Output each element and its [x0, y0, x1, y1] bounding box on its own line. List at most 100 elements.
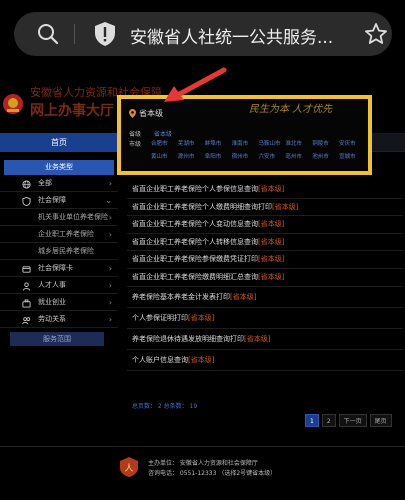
service-title: 个人账户信息查询	[132, 355, 188, 364]
region-tag: [省本级]	[258, 237, 285, 246]
region-tag: [省本级]	[258, 255, 285, 264]
service-title: 养老保险基本养老金计发表打印	[132, 292, 230, 301]
shield-warning-icon[interactable]	[94, 21, 116, 47]
region-tag: [省本级]	[258, 185, 285, 193]
nav-home-tab[interactable]: 首页	[0, 133, 118, 152]
sidebar-item[interactable]: 社会保障 ⌄	[0, 192, 118, 209]
province-level-label: 省级	[129, 131, 142, 138]
sidebar-item-label: 城乡居民养老保险	[38, 247, 94, 255]
service-list-item[interactable]: 省直企业职工养老保险缴费明细汇总查询[省本级]	[127, 269, 403, 287]
footer-divider	[0, 446, 405, 447]
sidebar: 业务类型 全部 › 社会保障 ⌄ 机关事业单位养老保险 › 企业职工养老保险 › 城乡居民养老保…	[0, 160, 118, 346]
city-link[interactable]: 宣城市	[339, 152, 366, 160]
chevron-icon: ›	[108, 281, 112, 290]
browser-address-bar[interactable]: 安徽省人社统一公共服务...	[14, 12, 392, 56]
service-list-item[interactable]: 省直企业职工养老保险个人参保信息查询[省本级]	[127, 181, 403, 199]
service-title: 省直企业职工养老保险个人参保信息查询	[132, 185, 258, 193]
page-button[interactable]: 2	[321, 414, 336, 427]
city-link[interactable]: 蚌埠市	[205, 139, 232, 147]
url-text[interactable]: 安徽省人社统一公共服务...	[130, 23, 340, 48]
city-link[interactable]: 黄山市	[151, 152, 178, 160]
next-page-button[interactable]: 下一页	[338, 414, 367, 427]
province-link[interactable]: 省本级	[154, 129, 172, 138]
sidebar-item-label: 社会保障	[38, 196, 66, 204]
city-link[interactable]: 马鞍山市	[259, 139, 286, 147]
city-links: 合肥市 芜湖市 蚌埠市 淮南市 马鞍山市 淮北市 铜陵市 安庆市黄山市 滁州市 阜阳市 宿州市 六安市…	[151, 139, 366, 160]
pagination-info: 总页数： 2 总条数： 19	[132, 403, 198, 410]
service-range-button[interactable]: 服务范围	[10, 332, 104, 346]
service-title: 养老保险退休待遇发放明细查询打印	[132, 334, 244, 343]
search-icon[interactable]	[36, 22, 60, 46]
sidebar-item-label: 社会保障卡	[38, 264, 73, 272]
city-link[interactable]: 宿州市	[232, 152, 259, 160]
service-list-item[interactable]: 养老保险退休待遇发放明细查询打印[省本级]	[127, 329, 403, 350]
sidebar-item[interactable]: 就业创业 ›	[0, 294, 118, 311]
star-icon[interactable]	[364, 22, 388, 46]
sidebar-item[interactable]: 企业职工养老保险 ›	[0, 226, 118, 243]
chevron-icon: ›	[108, 179, 112, 188]
region-tag: [省本级]	[258, 272, 285, 281]
city-link[interactable]: 池州市	[312, 152, 339, 160]
service-title: 省直企业职工养老保险参保缴费凭证打印	[132, 255, 258, 264]
service-list-item[interactable]: 省直企业职工养老保险参保缴费凭证打印[省本级]	[127, 251, 403, 269]
sidebar-item[interactable]: 人才人事 ›	[0, 277, 118, 294]
city-link[interactable]: 阜阳市	[205, 152, 232, 160]
red-annotation-arrow-icon	[164, 67, 227, 102]
region-tag: [省本级]	[272, 202, 299, 211]
service-title: 省直企业职工养老保险个人转移信息查询	[132, 237, 258, 246]
city-link[interactable]: 滁州市	[178, 152, 205, 160]
hrss-logo: 人	[120, 457, 138, 477]
region-tag: [省本级]	[188, 355, 215, 364]
region-tag: [省本级]	[258, 220, 285, 229]
region-tag: [省本级]	[230, 292, 257, 301]
city-level-label: 市级	[129, 141, 142, 148]
page-button[interactable]: 1	[305, 414, 319, 427]
sidebar-item[interactable]: 劳动关系 ›	[0, 311, 118, 328]
region-tag: [省本级]	[244, 334, 271, 343]
sidebar-item-label: 企业职工养老保险	[38, 230, 94, 238]
last-page-button[interactable]: 尾页	[369, 414, 392, 427]
region-selector-popup: 省本级 民生为本 人才优先 省级 省本级 市级 合肥市 芜湖市 蚌埠市 淮南市 马鞍山市…	[117, 95, 372, 175]
service-list: 省直企业职工养老保险个人参保信息查询[省本级] 省直企业职工养老保险个人缴费明细查…	[127, 181, 403, 371]
users-icon	[22, 315, 31, 325]
service-list-item[interactable]: 养老保险基本养老金计发表打印[省本级]	[127, 287, 403, 308]
service-list-item[interactable]: 个人参保证明打印[省本级]	[127, 308, 403, 329]
briefcase-icon	[22, 298, 31, 308]
sidebar-item[interactable]: 社会保障卡 ›	[0, 260, 118, 277]
sidebar-item[interactable]: 城乡居民养老保险	[0, 243, 118, 260]
sidebar-item-label: 就业创业	[38, 298, 66, 306]
city-link[interactable]: 六安市	[259, 152, 286, 160]
national-emblem-logo	[3, 94, 23, 114]
sidebar-item-label: 劳动关系	[38, 315, 66, 323]
service-list-item[interactable]: 省直企业职工养老保险个人转移信息查询[省本级]	[127, 234, 403, 252]
sidebar-item-label: 全部	[38, 179, 52, 187]
location-pin-icon	[129, 109, 136, 118]
footer-phone: 咨询电话： 0551-12333 （选择2号键省本级）	[148, 470, 277, 477]
service-list-item[interactable]: 个人账户信息查询[省本级]	[127, 350, 403, 371]
sidebar-item[interactable]: 机关事业单位养老保险 ›	[0, 209, 118, 226]
city-link[interactable]: 安庆市	[339, 139, 366, 147]
city-link[interactable]: 亳州市	[285, 152, 312, 160]
site-subtitle: 网上办事大厅	[30, 103, 114, 119]
chevron-icon: ›	[108, 230, 112, 239]
current-region[interactable]: 省本级	[129, 108, 163, 119]
city-link[interactable]: 淮南市	[232, 139, 259, 147]
chevron-icon: ›	[108, 298, 112, 307]
footer-organizer: 主办单位： 安徽省人力资源和社会保障厅	[148, 460, 258, 467]
service-list-item[interactable]: 省直企业职工养老保险个人变动信息查询[省本级]	[127, 216, 403, 234]
sidebar-item[interactable]: 全部 ›	[0, 175, 118, 192]
sidebar-item-label: 人才人事	[38, 281, 66, 289]
service-title: 省直企业职工养老保险个人缴费明细查询打印	[132, 202, 272, 211]
sidebar-header: 业务类型	[4, 160, 114, 175]
service-title: 个人参保证明打印	[132, 313, 188, 322]
city-link[interactable]: 芜湖市	[178, 139, 205, 147]
region-tag: [省本级]	[188, 313, 215, 322]
address-bar-divider	[74, 24, 75, 44]
service-title: 省直企业职工养老保险缴费明细汇总查询	[132, 272, 258, 281]
city-link[interactable]: 合肥市	[151, 139, 178, 147]
city-link[interactable]: 淮北市	[285, 139, 312, 147]
globe-icon	[22, 179, 31, 189]
service-list-item[interactable]: 省直企业职工养老保险个人缴费明细查询打印[省本级]	[127, 199, 403, 217]
city-link[interactable]: 铜陵市	[312, 139, 339, 147]
chevron-icon: ⌄	[105, 196, 112, 205]
